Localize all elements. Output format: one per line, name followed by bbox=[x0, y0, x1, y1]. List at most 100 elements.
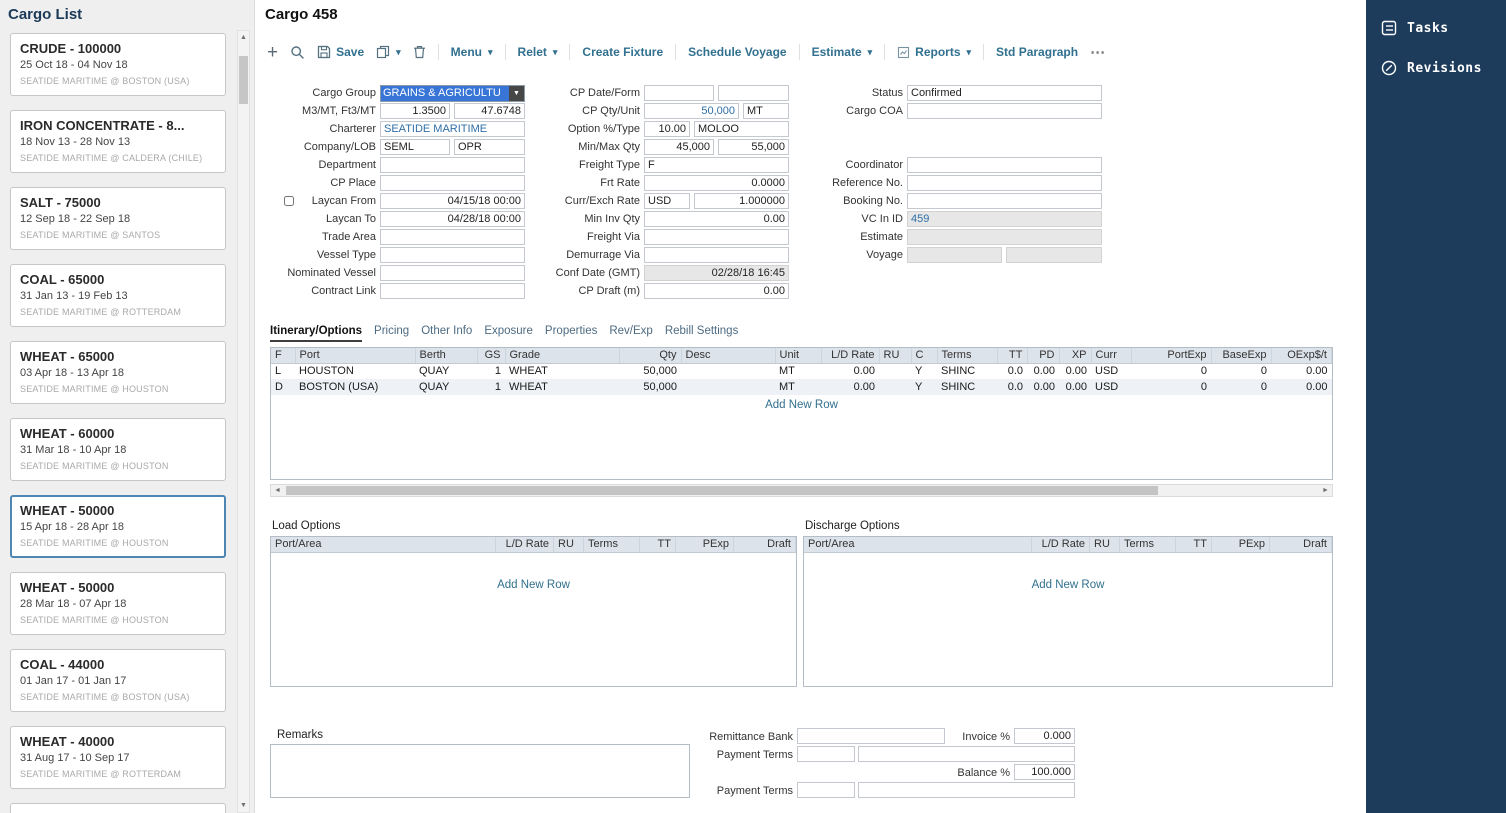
reference-no-input[interactable] bbox=[907, 175, 1102, 191]
itinerary-cell[interactable]: HOUSTON bbox=[295, 363, 415, 379]
itinerary-cell[interactable]: USD bbox=[1091, 379, 1131, 395]
itinerary-cell[interactable]: USD bbox=[1091, 363, 1131, 379]
tab-itinerary-options[interactable]: Itinerary/Options bbox=[270, 325, 362, 342]
menu-button[interactable]: Menu▾ bbox=[451, 45, 493, 59]
scrollbar-thumb[interactable] bbox=[239, 56, 248, 104]
itinerary-cell[interactable]: 1 bbox=[477, 379, 505, 395]
itinerary-cell[interactable]: QUAY bbox=[415, 363, 477, 379]
scroll-right-icon[interactable]: ► bbox=[1319, 485, 1332, 496]
m3-mt-input[interactable] bbox=[380, 103, 450, 119]
relet-button[interactable]: Relet▾ bbox=[518, 45, 558, 59]
charterer-input[interactable] bbox=[380, 121, 525, 137]
tab-properties[interactable]: Properties bbox=[545, 325, 597, 342]
itinerary-cell[interactable]: Y bbox=[911, 363, 937, 379]
itinerary-cell[interactable] bbox=[879, 379, 911, 395]
cargo-list-item[interactable]: WHEAT - 4000031 Aug 17 - 10 Sep 17SEATID… bbox=[10, 726, 226, 789]
currency-input[interactable] bbox=[644, 193, 690, 209]
laycan-from-input[interactable] bbox=[380, 193, 525, 209]
itinerary-cell[interactable]: BOSTON (USA) bbox=[295, 379, 415, 395]
reports-button[interactable]: Reports▾ bbox=[897, 45, 971, 59]
vc-in-id-input[interactable] bbox=[907, 211, 1102, 227]
itinerary-cell[interactable]: 0.00 bbox=[1027, 379, 1059, 395]
itinerary-add-new-row[interactable]: Add New Row bbox=[271, 395, 1332, 411]
discharge-options-add-new-row[interactable]: Add New Row bbox=[804, 553, 1332, 591]
estimate-button[interactable]: Estimate▾ bbox=[812, 45, 873, 59]
itinerary-cell[interactable]: QUAY bbox=[415, 379, 477, 395]
itinerary-cell[interactable]: 0.0 bbox=[997, 379, 1027, 395]
cargo-group-select[interactable]: GRAINS & AGRICULTU ▼ bbox=[380, 85, 525, 102]
scroll-up-icon[interactable]: ▲ bbox=[238, 31, 249, 44]
itinerary-cell[interactable]: 0.0 bbox=[997, 363, 1027, 379]
std-paragraph-button[interactable]: Std Paragraph bbox=[996, 45, 1078, 59]
booking-no-input[interactable] bbox=[907, 193, 1102, 209]
save-button[interactable]: Save bbox=[317, 45, 364, 59]
itinerary-cell[interactable]: 0 bbox=[1211, 379, 1271, 395]
itinerary-row[interactable]: LHOUSTONQUAY1WHEAT50,000MT0.00YSHINC0.00… bbox=[271, 363, 1332, 379]
itinerary-cell[interactable]: WHEAT bbox=[505, 363, 619, 379]
company-input[interactable] bbox=[380, 139, 450, 155]
itinerary-cell[interactable] bbox=[681, 379, 775, 395]
itinerary-cell[interactable]: 0.00 bbox=[1271, 363, 1332, 379]
copy-button[interactable]: ▾ bbox=[376, 45, 401, 59]
itinerary-cell[interactable]: 50,000 bbox=[619, 379, 681, 395]
hscrollbar-track[interactable] bbox=[284, 485, 1319, 496]
itinerary-cell[interactable]: L bbox=[271, 363, 295, 379]
coordinator-input[interactable] bbox=[907, 157, 1102, 173]
contract-link-input[interactable] bbox=[380, 283, 525, 299]
itinerary-cell[interactable]: 0 bbox=[1131, 363, 1211, 379]
itinerary-cell[interactable]: 0.00 bbox=[1059, 363, 1091, 379]
itinerary-cell[interactable]: WHEAT bbox=[505, 379, 619, 395]
tab-rebill-settings[interactable]: Rebill Settings bbox=[665, 325, 739, 342]
status-input[interactable] bbox=[907, 85, 1102, 101]
itinerary-cell[interactable]: 0 bbox=[1211, 363, 1271, 379]
tab-exposure[interactable]: Exposure bbox=[484, 325, 533, 342]
tasks-button[interactable]: Tasks bbox=[1366, 8, 1506, 48]
delete-button[interactable] bbox=[413, 45, 426, 59]
trade-area-input[interactable] bbox=[380, 229, 525, 245]
itinerary-cell[interactable]: 0.00 bbox=[821, 363, 879, 379]
itinerary-cell[interactable]: 0.00 bbox=[821, 379, 879, 395]
cargo-list-item-selected[interactable]: WHEAT - 5000015 Apr 18 - 28 Apr 18SEATID… bbox=[10, 495, 226, 558]
laycan-checkbox[interactable] bbox=[284, 196, 294, 206]
scroll-left-icon[interactable]: ◄ bbox=[271, 485, 284, 496]
schedule-voyage-button[interactable]: Schedule Voyage bbox=[688, 45, 786, 59]
itinerary-cell[interactable]: 1 bbox=[477, 363, 505, 379]
scrollbar-track[interactable] bbox=[238, 44, 249, 799]
cargo-list-scrollbar[interactable]: ▲ ▼ bbox=[237, 30, 250, 813]
scroll-down-icon[interactable]: ▼ bbox=[238, 799, 249, 812]
more-button[interactable]: ⋯ bbox=[1090, 43, 1106, 61]
tab-other-info[interactable]: Other Info bbox=[421, 325, 472, 342]
itinerary-cell[interactable]: SHINC bbox=[937, 379, 997, 395]
payment-terms-2-desc-input[interactable] bbox=[858, 782, 1075, 798]
cp-draft-input[interactable] bbox=[644, 283, 789, 299]
hscrollbar-thumb[interactable] bbox=[286, 486, 1158, 495]
itinerary-cell[interactable]: 0 bbox=[1131, 379, 1211, 395]
cargo-list-item[interactable]: WHEAT - 6500003 Apr 18 - 13 Apr 18SEATID… bbox=[10, 341, 226, 404]
itinerary-cell[interactable]: MT bbox=[775, 363, 821, 379]
vessel-type-input[interactable] bbox=[380, 247, 525, 263]
balance-pct-input[interactable] bbox=[1014, 764, 1075, 780]
dropdown-arrow-icon[interactable]: ▼ bbox=[509, 86, 524, 101]
payment-terms-code-input[interactable] bbox=[797, 746, 855, 762]
remittance-bank-input[interactable] bbox=[797, 728, 945, 744]
tab-rev-exp[interactable]: Rev/Exp bbox=[609, 325, 652, 342]
cargo-list-item[interactable]: COAL - 6500031 Jan 13 - 19 Feb 13SEATIDE… bbox=[10, 264, 226, 327]
itinerary-cell[interactable]: MT bbox=[775, 379, 821, 395]
revisions-button[interactable]: Revisions bbox=[1366, 48, 1506, 88]
itinerary-cell[interactable] bbox=[879, 363, 911, 379]
itinerary-row[interactable]: DBOSTON (USA)QUAY1WHEAT50,000MT0.00YSHIN… bbox=[271, 379, 1332, 395]
load-options-add-new-row[interactable]: Add New Row bbox=[271, 553, 796, 591]
payment-terms-desc-input[interactable] bbox=[858, 746, 1075, 762]
itinerary-cell[interactable]: 50,000 bbox=[619, 363, 681, 379]
ft3-mt-input[interactable] bbox=[454, 103, 525, 119]
itinerary-hscrollbar[interactable]: ◄ ► bbox=[270, 484, 1333, 497]
itinerary-cell[interactable]: SHINC bbox=[937, 363, 997, 379]
payment-terms-2-code-input[interactable] bbox=[797, 782, 855, 798]
itinerary-cell[interactable]: 0.00 bbox=[1059, 379, 1091, 395]
add-button[interactable]: + bbox=[267, 45, 278, 60]
itinerary-cell[interactable]: D bbox=[271, 379, 295, 395]
cp-place-input[interactable] bbox=[380, 175, 525, 191]
laycan-to-input[interactable] bbox=[380, 211, 525, 227]
cargo-list-item[interactable]: SALT - 7500012 Sep 18 - 22 Sep 18SEATIDE… bbox=[10, 187, 226, 250]
cargo-list-item[interactable]: CRUDE - 10000025 Oct 18 - 04 Nov 18SEATI… bbox=[10, 33, 226, 96]
